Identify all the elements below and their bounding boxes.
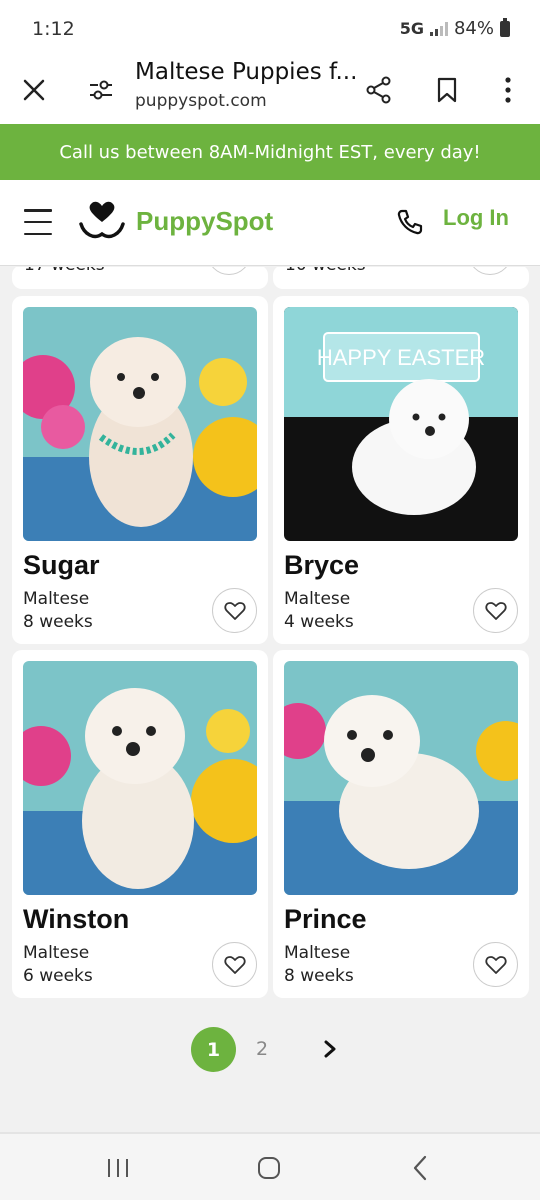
heart-icon xyxy=(484,601,507,620)
next-page-button[interactable] xyxy=(318,1037,342,1061)
tune-icon xyxy=(90,80,112,100)
puppy-photo[interactable] xyxy=(23,661,257,895)
favorite-button[interactable] xyxy=(468,267,512,275)
page-title[interactable]: Maltese Puppies f... xyxy=(135,59,357,85)
puppy-card[interactable]: HAPPY EASTER Bryce Maltese 4 weeks xyxy=(273,296,529,644)
signal-icon xyxy=(429,21,448,36)
puppy-photo[interactable] xyxy=(284,661,518,895)
puppy-age: 4 weeks xyxy=(284,612,354,632)
puppy-name[interactable]: Sugar xyxy=(23,550,100,581)
puppy-name[interactable]: Bryce xyxy=(284,550,359,581)
puppy-card[interactable]: Sugar Maltese 8 weeks xyxy=(12,296,268,644)
favorite-button[interactable] xyxy=(473,588,518,633)
puppy-photo[interactable]: HAPPY EASTER xyxy=(284,307,518,541)
puppy-age: 8 weeks xyxy=(284,966,354,986)
heart-icon xyxy=(223,601,246,620)
bookmark-icon xyxy=(437,77,457,103)
share-icon xyxy=(366,76,391,104)
login-link[interactable]: Log In xyxy=(443,205,509,231)
promo-banner[interactable]: Call us between 8AM-Midnight EST, every … xyxy=(0,124,540,180)
more-options-button[interactable] xyxy=(484,66,532,114)
puppy-name[interactable]: Prince xyxy=(284,904,367,935)
browser-toolbar: Maltese Puppies f... puppyspot.com xyxy=(0,56,540,124)
page-1-button[interactable]: 1 xyxy=(191,1027,236,1072)
puppy-photo[interactable] xyxy=(23,307,257,541)
favorite-button[interactable] xyxy=(212,942,257,987)
heart-icon xyxy=(223,955,246,974)
back-button[interactable] xyxy=(400,1152,440,1184)
status-bar: 1:12 5G 84% xyxy=(0,0,540,56)
puppy-breed: Maltese xyxy=(284,943,351,963)
puppy-name[interactable]: Winston xyxy=(23,904,129,935)
recent-apps-icon xyxy=(108,1159,128,1177)
favorite-button[interactable] xyxy=(207,267,251,275)
puppy-card[interactable]: Winston Maltese 6 weeks xyxy=(12,650,268,998)
battery-level: 84% xyxy=(453,18,494,39)
puppy-card-partial[interactable]: 17 weeks xyxy=(12,267,268,289)
call-button[interactable] xyxy=(390,202,430,242)
status-time: 1:12 xyxy=(32,18,75,40)
logo-text: PuppySpot xyxy=(136,205,274,236)
puppy-breed: Maltese xyxy=(23,589,90,609)
puppy-listing: 17 weeks 10 weeks Sugar Maltese 8 weeks xyxy=(0,267,540,1132)
puppy-breed: Maltese xyxy=(284,589,351,609)
banner-text: Call us between 8AM-Midnight EST, every … xyxy=(59,141,481,163)
site-header: PuppySpot Log In xyxy=(0,180,540,266)
home-icon xyxy=(258,1157,280,1179)
close-tab-button[interactable] xyxy=(10,66,58,114)
site-logo[interactable]: PuppySpot xyxy=(78,200,273,242)
back-icon xyxy=(413,1155,427,1181)
puppy-age: 17 weeks xyxy=(24,267,105,275)
heart-icon xyxy=(484,955,507,974)
site-settings-button[interactable] xyxy=(77,66,125,114)
system-nav-bar xyxy=(0,1132,540,1200)
battery-icon xyxy=(500,17,510,37)
favorite-button[interactable] xyxy=(212,588,257,633)
page-url[interactable]: puppyspot.com xyxy=(135,91,267,111)
recent-apps-button[interactable] xyxy=(98,1152,138,1184)
bookmark-button[interactable] xyxy=(423,66,471,114)
close-icon xyxy=(23,79,45,101)
home-button[interactable] xyxy=(249,1152,289,1184)
favorite-button[interactable] xyxy=(473,942,518,987)
puppyspot-logo-icon xyxy=(79,201,125,239)
puppy-card-partial[interactable]: 10 weeks xyxy=(273,267,529,289)
photo-sign-text: HAPPY EASTER xyxy=(317,345,485,370)
status-indicators: 5G 84% xyxy=(399,17,510,39)
chevron-right-icon xyxy=(324,1040,336,1058)
puppy-breed: Maltese xyxy=(23,943,90,963)
puppy-card[interactable]: Prince Maltese 8 weeks xyxy=(273,650,529,998)
more-vert-icon xyxy=(505,77,511,103)
page-2-button[interactable]: 2 xyxy=(256,1038,268,1060)
hamburger-menu-button[interactable] xyxy=(22,206,54,238)
puppy-age: 8 weeks xyxy=(23,612,93,632)
phone-icon xyxy=(397,209,423,235)
puppy-age: 6 weeks xyxy=(23,966,93,986)
puppy-age: 10 weeks xyxy=(285,267,366,275)
share-button[interactable] xyxy=(355,66,403,114)
network-type: 5G xyxy=(399,19,424,38)
